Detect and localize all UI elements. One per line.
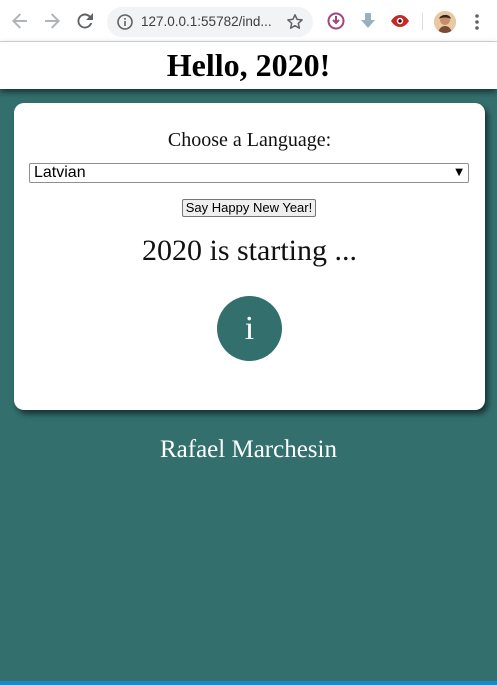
- eye-icon: [391, 15, 409, 27]
- profile-picture-icon: [434, 11, 456, 33]
- toolbar-separator: [422, 13, 423, 30]
- download-circle-icon: [327, 12, 345, 30]
- choose-language-label: Choose a Language:: [167, 129, 332, 151]
- reload-button[interactable]: [73, 9, 97, 33]
- say-happy-new-year-button[interactable]: Say Happy New Year!: [182, 199, 316, 217]
- kebab-menu-icon[interactable]: [470, 12, 484, 32]
- info-icon[interactable]: [117, 14, 133, 30]
- bookmark-star-icon[interactable]: [286, 13, 304, 31]
- status-text: 2020 is starting ...: [142, 234, 357, 267]
- info-letter-icon: i: [244, 310, 255, 347]
- language-select-value: Latvian: [34, 164, 86, 181]
- url-text: 127.0.0.1:55782/ind...: [141, 14, 272, 29]
- reload-icon: [77, 13, 93, 29]
- extension-download-arrow[interactable]: [358, 11, 378, 31]
- download-arrow-icon: [361, 13, 375, 28]
- info-button[interactable]: i: [217, 296, 282, 361]
- profile-avatar[interactable]: [434, 11, 456, 33]
- window-bottom-edge: [0, 681, 497, 685]
- arrow-left-icon: [12, 13, 27, 29]
- browser-toolbar: 127.0.0.1:55782/ind...: [0, 0, 497, 42]
- extension-eye[interactable]: [390, 11, 410, 31]
- author-name: Rafael Marchesin: [159, 436, 337, 463]
- back-button[interactable]: [8, 9, 32, 33]
- page-header: Hello, 2020!: [0, 42, 497, 89]
- page-title: Hello, 2020!: [166, 47, 331, 83]
- language-select[interactable]: Latvian ▼: [29, 163, 469, 183]
- forward-button[interactable]: [40, 9, 64, 33]
- address-bar[interactable]: 127.0.0.1:55782/ind...: [107, 7, 313, 37]
- greeting-card: Choose a Language: Latvian ▼ Say Happy N…: [14, 103, 485, 410]
- arrow-right-icon: [45, 13, 60, 29]
- extension-download-circle[interactable]: [326, 11, 346, 31]
- dropdown-arrow-icon: ▼: [455, 167, 463, 178]
